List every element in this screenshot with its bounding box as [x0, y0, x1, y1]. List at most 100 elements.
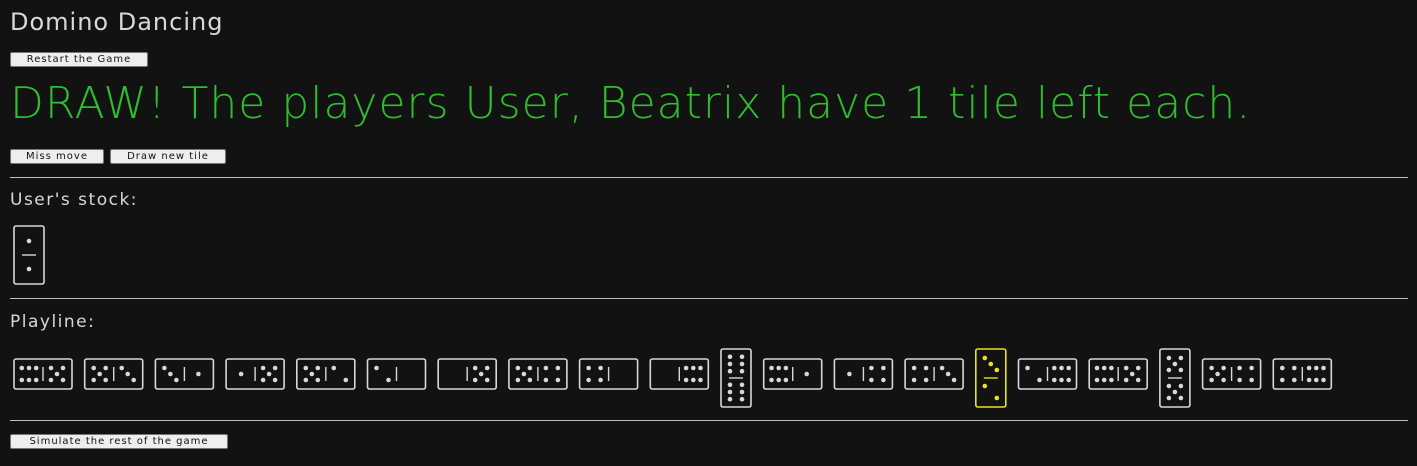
pip — [33, 377, 39, 383]
pip — [1172, 361, 1178, 367]
pip — [1066, 377, 1071, 383]
domino-tile[interactable] — [1017, 358, 1078, 390]
pip — [727, 389, 733, 395]
pip — [1066, 365, 1071, 371]
pip — [911, 365, 917, 371]
pip — [1178, 367, 1184, 373]
domino-tile[interactable] — [154, 358, 215, 390]
pip — [1025, 365, 1030, 371]
pip — [1123, 365, 1129, 371]
pip — [238, 371, 244, 377]
pip — [988, 361, 994, 367]
pip — [1280, 365, 1285, 371]
restart-game-button[interactable]: Restart the Game — [10, 52, 148, 67]
pip — [1135, 365, 1141, 371]
pip — [739, 354, 745, 360]
pip — [1321, 365, 1326, 371]
pip — [48, 365, 54, 371]
user-stock-label: User's stock: — [10, 190, 139, 210]
pip — [1052, 377, 1057, 383]
pip — [739, 396, 745, 402]
pip — [598, 365, 603, 371]
pip — [1166, 367, 1172, 373]
domino-tile[interactable] — [762, 358, 823, 390]
domino-tile[interactable] — [83, 358, 144, 390]
playline — [13, 348, 1333, 408]
pip — [26, 266, 32, 272]
pip — [260, 365, 266, 371]
pip — [521, 371, 527, 377]
pip — [1166, 395, 1172, 401]
pip — [1129, 371, 1135, 377]
pip — [994, 395, 1000, 401]
domino-tile[interactable] — [366, 358, 427, 390]
pip — [33, 365, 39, 371]
domino-tile[interactable] — [649, 358, 710, 390]
pip — [1237, 365, 1242, 371]
pip — [19, 377, 25, 383]
pip — [125, 371, 130, 377]
domino-tile[interactable] — [508, 358, 568, 390]
pip — [847, 371, 852, 377]
pip — [1292, 377, 1297, 383]
pip — [272, 377, 278, 383]
pip — [527, 377, 533, 383]
pip — [60, 365, 66, 371]
pip — [1101, 365, 1107, 371]
pip — [727, 361, 733, 367]
pip — [26, 377, 32, 383]
pip — [923, 377, 929, 383]
domino-tile[interactable] — [1088, 358, 1148, 390]
pip — [691, 377, 696, 383]
pip — [739, 382, 745, 388]
pip — [119, 365, 124, 371]
domino-tile[interactable] — [1201, 358, 1262, 390]
pip — [478, 371, 484, 377]
pip — [869, 365, 874, 371]
domino-tile[interactable] — [578, 358, 639, 390]
divider — [10, 177, 1408, 178]
pip — [60, 377, 66, 383]
pip — [1221, 377, 1226, 383]
domino-tile[interactable] — [904, 358, 964, 390]
pip — [26, 238, 32, 244]
pip — [343, 377, 349, 383]
domino-tile[interactable] — [1159, 348, 1191, 408]
pip — [543, 365, 549, 371]
pip — [1178, 395, 1184, 401]
pip — [19, 365, 25, 371]
pip — [1172, 389, 1178, 395]
divider — [10, 298, 1408, 299]
miss-move-button[interactable]: Miss move — [10, 149, 104, 164]
pip — [303, 377, 309, 383]
domino-tile[interactable] — [437, 358, 498, 390]
simulate-game-button[interactable]: Simulate the rest of the game — [10, 434, 228, 449]
pip — [555, 377, 561, 383]
draw-new-tile-button[interactable]: Draw new tile — [110, 149, 226, 164]
pip — [1306, 365, 1312, 371]
domino-tile[interactable] — [833, 358, 894, 390]
pip — [1221, 365, 1226, 371]
pip — [331, 365, 337, 371]
domino-tile[interactable] — [295, 358, 356, 390]
pip — [727, 382, 733, 388]
pip — [691, 365, 696, 371]
domino-tile[interactable] — [225, 358, 285, 390]
domino-tile[interactable] — [13, 358, 73, 390]
domino-tile[interactable] — [1272, 358, 1333, 390]
domino-tile-highlighted[interactable] — [974, 348, 1007, 408]
pip — [1123, 377, 1129, 383]
pip — [91, 377, 96, 383]
pip — [1166, 355, 1172, 361]
pip — [1306, 377, 1312, 383]
pip — [1135, 377, 1141, 383]
pip — [303, 365, 309, 371]
pip — [698, 365, 703, 371]
pip — [911, 377, 917, 383]
domino-tile[interactable] — [13, 225, 45, 285]
domino-tile[interactable] — [720, 348, 752, 408]
pip — [196, 371, 201, 377]
pip — [91, 365, 96, 371]
pip — [727, 396, 733, 402]
pip — [131, 377, 136, 383]
